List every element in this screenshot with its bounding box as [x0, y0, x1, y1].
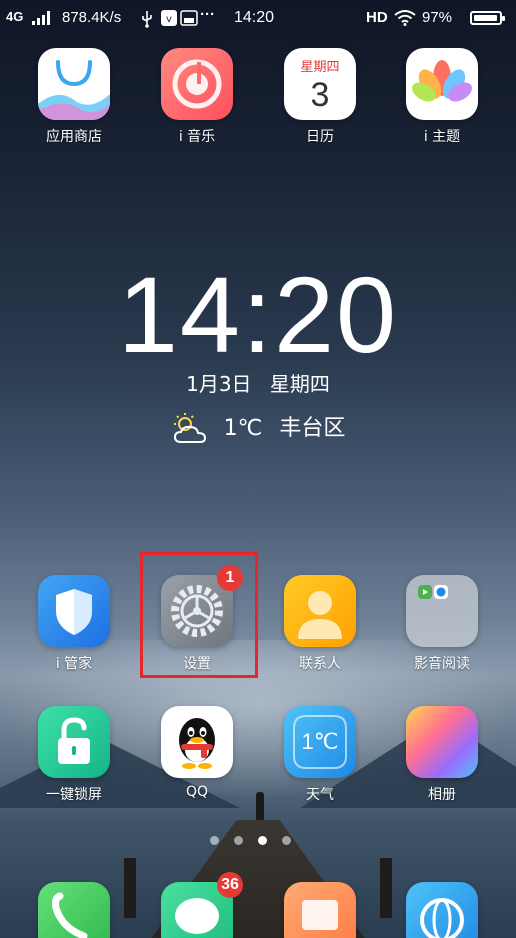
contacts-app[interactable]: 联系人: [270, 575, 370, 673]
files-icon: [284, 882, 356, 938]
lock-icon: [38, 706, 110, 778]
page-dot-active: [258, 836, 267, 845]
theme-app[interactable]: i 主题: [392, 48, 492, 146]
more-notifications: ···: [200, 6, 215, 23]
qq-app[interactable]: QQ: [147, 706, 247, 800]
music-app[interactable]: i 音乐: [147, 48, 247, 146]
network-speed: 878.4K/s: [62, 9, 122, 26]
shield-icon: [38, 575, 110, 647]
weather-app-temp: 1℃: [301, 729, 339, 754]
page-indicator[interactable]: [210, 836, 306, 848]
weather-app[interactable]: 1℃ 天气: [270, 706, 370, 804]
wallpaper-post: [124, 858, 136, 918]
music-icon: [161, 48, 233, 120]
media-folder-label: 影音阅读: [414, 656, 470, 672]
status-bar: 4G 878.4K/s v ··· 14:20 HD 97%: [0, 0, 516, 36]
calendar-label: 日历: [306, 129, 334, 145]
lock-screen-app[interactable]: 一键锁屏: [24, 706, 124, 804]
qq-penguin-icon: [161, 706, 233, 778]
theme-icon: [406, 48, 478, 120]
music-label: i 音乐: [178, 129, 216, 145]
network-type: 4G: [6, 9, 24, 24]
notification-app-icon: [180, 10, 198, 26]
wifi-icon: [394, 10, 416, 26]
media-folder[interactable]: 影音阅读: [392, 575, 492, 673]
clock-weekday: 星期四: [269, 372, 330, 396]
weather-app-label: 天气: [306, 787, 334, 803]
wallpaper-figure: [256, 792, 264, 820]
calendar-icon: 星期四 3: [284, 48, 356, 120]
signal-icon: [32, 11, 54, 25]
gallery-label: 相册: [428, 787, 456, 803]
wallpaper-post: [380, 858, 392, 918]
home-screen: 4G 878.4K/s v ··· 14:20 HD 97% 应用商店 i 音乐…: [0, 0, 516, 938]
clock-date: 1月3日: [186, 372, 252, 396]
gallery-icon: [406, 706, 478, 778]
qq-label: QQ: [185, 784, 209, 800]
page-dot: [282, 836, 291, 845]
status-time: 14:20: [234, 9, 275, 26]
lock-screen-label: 一键锁屏: [46, 787, 102, 803]
app-store-app[interactable]: 应用商店: [24, 48, 124, 146]
browser-app[interactable]: [392, 882, 492, 938]
app-store-label: 应用商店: [46, 129, 102, 145]
theme-label: i 主题: [423, 129, 461, 145]
messages-badge: 36: [217, 872, 243, 898]
battery-icon: [470, 11, 505, 25]
messages-app[interactable]: 36: [147, 872, 247, 938]
page-dot: [234, 836, 243, 845]
contacts-icon: [284, 575, 356, 647]
partly-cloudy-icon: [173, 413, 206, 443]
phone-manager-app[interactable]: i 管家: [24, 575, 124, 673]
usb-icon: [142, 11, 152, 28]
files-app[interactable]: [270, 882, 370, 938]
browser-icon: [406, 882, 478, 938]
svg-text:v: v: [166, 14, 172, 25]
weather-temperature: 1℃: [223, 416, 263, 441]
phone-app[interactable]: [24, 882, 124, 938]
notification-app-icon: v: [161, 10, 177, 26]
contacts-label: 联系人: [299, 656, 341, 672]
gallery-app[interactable]: 相册: [392, 706, 492, 804]
battery-level-fill: [474, 15, 498, 21]
weather-icon: 1℃: [284, 706, 356, 778]
weather-location: 丰台区: [279, 416, 346, 441]
folder-icon: [406, 575, 478, 647]
phone-manager-label: i 管家: [55, 656, 93, 672]
app-store-icon: [38, 48, 110, 120]
clock-date-row: 1月3日 星期四: [0, 368, 516, 397]
calendar-app[interactable]: 星期四 3 日历: [270, 48, 370, 146]
page-dot: [210, 836, 219, 845]
phone-icon: [38, 882, 110, 938]
hd-indicator: HD: [366, 9, 388, 26]
settings-highlight-box: [140, 552, 258, 678]
battery-percent: 97%: [422, 9, 453, 26]
weather-widget[interactable]: 1℃ 丰台区: [0, 410, 516, 446]
calendar-weekday: 星期四: [300, 60, 340, 75]
clock-time[interactable]: 14:20: [0, 255, 516, 375]
calendar-day: 3: [310, 76, 330, 114]
